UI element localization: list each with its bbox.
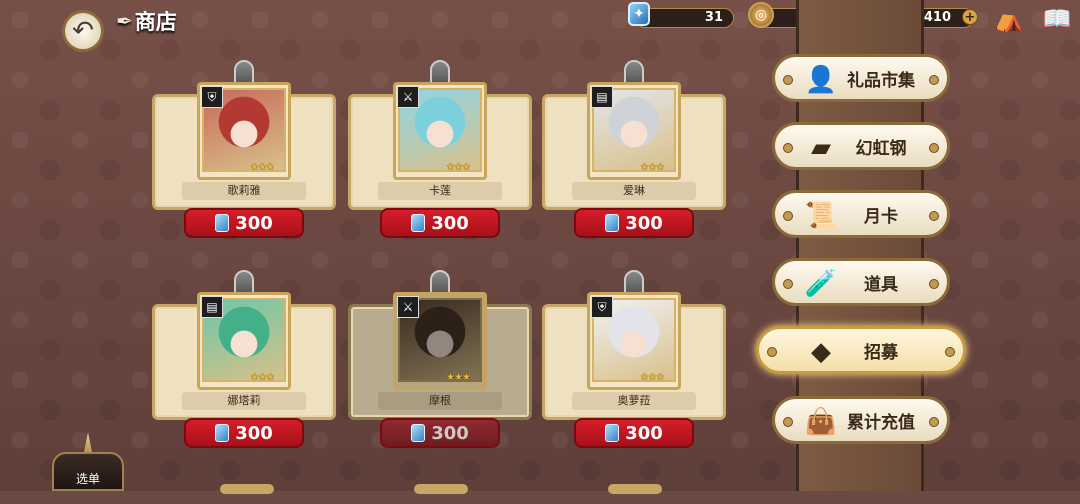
price-value: 300 (431, 422, 469, 444)
rivet-icon (783, 143, 793, 153)
menu-item-5[interactable]: ◆ 招募 (756, 326, 966, 374)
scroll-icon: 📜 (804, 201, 838, 231)
rivet-icon (767, 347, 777, 357)
rivet-icon (945, 347, 955, 357)
quill-icon: ✒ (116, 9, 133, 33)
sword-class-icon: ⚔ (397, 296, 419, 318)
menu-item-6[interactable]: 👜 累计充值 (772, 396, 950, 444)
star-rating: ★★★ (640, 372, 665, 383)
menu-item-label: 月卡 (864, 206, 898, 227)
hero-card[interactable]: ⛨ ★★★ 奥萝菈 300 (542, 270, 726, 448)
hero-name: 娜塔莉 (182, 392, 306, 410)
shield-class-icon: ⛨ (591, 296, 613, 318)
buy-button[interactable]: 300 (184, 208, 304, 238)
menu-item-label: 累计充值 (847, 412, 915, 433)
page-title: ✒ 商店 (116, 9, 177, 34)
potion-icon: 🧪 (804, 269, 838, 299)
rivet-icon (929, 279, 939, 289)
add-currency-button[interactable]: + (962, 9, 978, 25)
buy-button[interactable]: 300 (184, 418, 304, 448)
hero-card[interactable]: ▤ ★★★ 爱琳 300 (542, 60, 726, 238)
next-row-card-top (220, 484, 274, 494)
gem-counter: 31 (636, 8, 734, 28)
hero-name: 歌莉雅 (182, 182, 306, 200)
price-value: 300 (625, 212, 663, 234)
gem-icon: ✦ (628, 2, 650, 26)
menu-item-4[interactable]: 🧪 道具 (772, 258, 950, 306)
book-class-icon: ▤ (201, 296, 223, 318)
gift-bag-icon: 👜 (804, 407, 838, 437)
journal-icon[interactable]: 📖 (1040, 2, 1074, 36)
gem-icon (411, 424, 426, 442)
book-class-icon: ▤ (591, 86, 613, 108)
rainbow-steel-icon: ▰ (811, 133, 831, 163)
menu-item-2[interactable]: ▰ 幻虹钢 (772, 122, 950, 170)
sword-class-icon: ⚔ (397, 86, 419, 108)
rivet-icon (929, 143, 939, 153)
next-row-card-top (414, 484, 468, 494)
star-rating: ★★★ (446, 372, 471, 383)
price-value: 300 (625, 422, 663, 444)
gem-icon (411, 214, 426, 232)
hero-name: 卡莲 (378, 182, 502, 200)
select-menu-button[interactable]: 选单 (52, 452, 124, 491)
star-rating: ★★★ (250, 372, 275, 383)
buy-button[interactable]: 300 (380, 208, 500, 238)
rivet-icon (929, 211, 939, 221)
rivet-icon (783, 211, 793, 221)
rivet-icon (929, 417, 939, 427)
gem-icon (215, 424, 230, 442)
star-rating: ★★★ (640, 162, 665, 173)
gem-icon (605, 214, 620, 232)
price-value: 300 (235, 212, 273, 234)
hero-name: 爱琳 (572, 182, 696, 200)
star-rating: ★★★ (250, 162, 275, 173)
gem-icon (605, 424, 620, 442)
next-row-card-top (608, 484, 662, 494)
menu-item-1[interactable]: 👤 礼品市集 (772, 54, 950, 102)
rivet-icon (783, 279, 793, 289)
price-value: 300 (235, 422, 273, 444)
hero-card[interactable]: ⛨ ★★★ 歌莉雅 300 (152, 60, 336, 238)
character-icon: 👤 (804, 65, 838, 95)
hero-name: 奥萝菈 (572, 392, 696, 410)
hero-name: 摩根 (378, 392, 502, 410)
menu-item-3[interactable]: 📜 月卡 (772, 190, 950, 238)
shield-class-icon: ⛨ (201, 86, 223, 108)
gem-icon (215, 214, 230, 232)
hero-card[interactable]: ⚔ ★★★ 摩根 300 (348, 270, 532, 448)
hero-card[interactable]: ⚔ ★★★ 卡莲 300 (348, 60, 532, 238)
back-arrow-icon: ↶ (72, 16, 94, 46)
recruit-gem-icon: ◆ (811, 337, 831, 367)
menu-item-label: 幻虹钢 (855, 138, 907, 159)
price-value: 300 (431, 212, 469, 234)
buy-button[interactable]: 300 (574, 418, 694, 448)
hero-card[interactable]: ▤ ★★★ 娜塔莉 300 (152, 270, 336, 448)
carnival-tent-icon[interactable]: ⛺ (992, 2, 1026, 36)
back-button[interactable]: ↶ (62, 10, 104, 52)
menu-item-label: 道具 (864, 274, 898, 295)
rivet-icon (929, 75, 939, 85)
buy-button[interactable]: 300 (380, 418, 500, 448)
menu-item-label: 礼品市集 (847, 70, 915, 91)
buy-button[interactable]: 300 (574, 208, 694, 238)
rivet-icon (783, 417, 793, 427)
star-rating: ★★★ (446, 162, 471, 173)
menu-item-label: 招募 (864, 342, 898, 363)
coin-icon: ◎ (748, 2, 774, 28)
rivet-icon (783, 75, 793, 85)
